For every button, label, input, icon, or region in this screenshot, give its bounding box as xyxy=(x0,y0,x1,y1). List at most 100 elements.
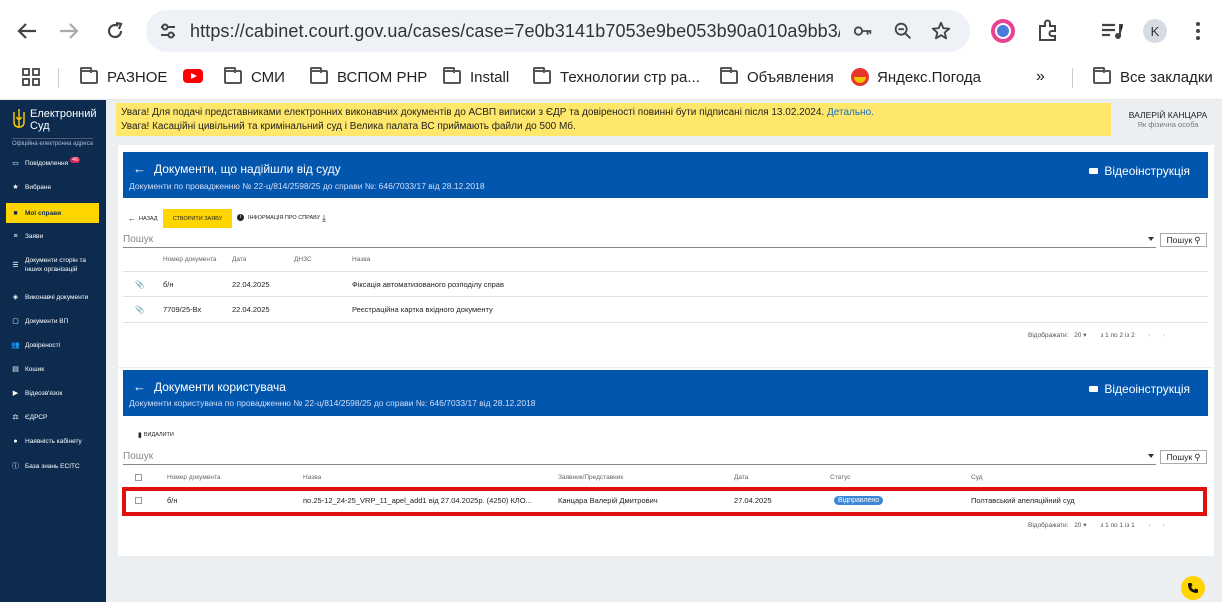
sidebar-item-video-call[interactable]: ▶ Відеозв'язок xyxy=(6,383,99,403)
forward-icon[interactable] xyxy=(56,18,82,44)
attachment-icon[interactable]: 📎 xyxy=(135,280,144,289)
case-info-button[interactable]: i ІНФОРМАЦІЯ ПРО СПРАВУ xyxy=(237,214,320,221)
browser-toolbar: https://cabinet.court.gov.ua/cases/case=… xyxy=(0,0,1222,62)
media-playlist-icon[interactable] xyxy=(1099,18,1125,44)
sidebar-item-edrsr[interactable]: ⚖ ЄДРСР xyxy=(6,407,99,427)
attachment-icon[interactable]: 📎 xyxy=(135,305,144,314)
dropdown-arrow-icon[interactable] xyxy=(1148,237,1154,241)
column-header-number: Номер документа xyxy=(167,474,221,481)
create-application-button[interactable]: СТВОРИТИ ЗАЯВУ xyxy=(163,209,232,228)
column-header-applicant: Заявник/Представник xyxy=(558,474,624,481)
search-icon: ⚲ xyxy=(1194,234,1201,245)
sidebar-item-favorites[interactable]: ★ Вибране xyxy=(6,177,99,197)
color-extension-icon[interactable] xyxy=(990,18,1016,44)
bookmark-folder-ads[interactable]: Объявления xyxy=(720,66,834,88)
list-icon: ☰ xyxy=(12,261,19,269)
video-icon: ▶ xyxy=(12,390,19,397)
column-header-name: Назва xyxy=(303,474,322,481)
prev-page-icon[interactable]: ‹ xyxy=(1149,522,1151,529)
wallet-icon: ▤ xyxy=(12,366,19,373)
trash-icon: ▮ xyxy=(138,432,142,439)
sidebar-item-party-documents[interactable]: ☰ Документи сторін та інших організацій xyxy=(6,253,99,277)
page-size-select[interactable]: 20 ▾ xyxy=(1074,522,1086,529)
site-settings-icon[interactable] xyxy=(158,21,178,41)
sidebar-item-my-cases[interactable]: ■ Мої справи xyxy=(6,203,99,223)
folder-icon xyxy=(80,67,98,84)
user-icon: ● xyxy=(13,437,18,445)
zoom-icon[interactable] xyxy=(892,20,914,42)
address-bar[interactable]: https://cabinet.court.gov.ua/cases/case=… xyxy=(146,10,970,52)
support-phone-button[interactable] xyxy=(1181,576,1205,600)
user-documents-header: ← Документи користувача Документи користу… xyxy=(123,370,1208,416)
back-button[interactable]: ← НАЗАД xyxy=(128,214,157,223)
bookmark-folder-smi[interactable]: СМИ xyxy=(224,66,285,88)
more-bookmarks-chevron-icon[interactable]: » xyxy=(1036,66,1045,88)
bookmark-folder-install[interactable]: Install xyxy=(443,66,509,88)
sidebar-item-powers-of-attorney[interactable]: 👥 Довіреності xyxy=(6,335,99,355)
notification-badge: 46 xyxy=(70,157,81,163)
next-page-icon[interactable]: › xyxy=(1163,332,1165,339)
youtube-icon[interactable] xyxy=(183,69,203,83)
bookmark-folder-raznoe[interactable]: РАЗНОЕ xyxy=(80,66,167,88)
logo[interactable]: Електронний Суд Офіційна електронна адрес… xyxy=(10,104,100,147)
user-name: ВАЛЕРІЙ КАНЦАРА xyxy=(1128,110,1208,120)
next-page-icon[interactable]: › xyxy=(1163,522,1165,529)
user-documents-subtitle: Документи користувача по провадженню № 2… xyxy=(129,398,536,408)
sidebar-item-vp-documents[interactable]: ▢ Документи ВП xyxy=(6,311,99,331)
prev-page-icon[interactable]: ‹ xyxy=(1149,332,1151,339)
select-all-checkbox[interactable] xyxy=(135,474,142,481)
extensions-puzzle-icon[interactable] xyxy=(1035,18,1061,44)
search-icon: ⚲ xyxy=(1194,451,1201,462)
page-size-select[interactable]: 20 ▾ xyxy=(1074,332,1086,339)
folder-icon xyxy=(310,67,328,84)
highlight-frame xyxy=(122,487,1207,516)
user-documents-title: ← Документи користувача xyxy=(133,379,286,394)
notice-details-link[interactable]: Детально. xyxy=(827,107,874,118)
phone-icon xyxy=(1188,583,1198,593)
sidebar-item-notifications[interactable]: ▭ Повідомлення 46 xyxy=(6,153,99,173)
video-icon xyxy=(1089,168,1099,174)
download-icon[interactable]: ⤓ xyxy=(322,213,326,224)
folder-icon xyxy=(533,67,551,84)
court-documents-search-button[interactable]: Пошук ⚲ xyxy=(1160,233,1207,247)
profile-avatar[interactable]: K xyxy=(1143,19,1167,43)
bookmark-star-icon[interactable] xyxy=(930,20,952,42)
url-text[interactable]: https://cabinet.court.gov.ua/cases/case=… xyxy=(190,21,840,42)
sidebar-item-executive-documents[interactable]: ◈ Виконавчі документи xyxy=(6,287,99,307)
user-documents-pager: Відображати: 20 ▾ з 1 по 1 із 1 ‹ › xyxy=(1028,522,1165,529)
sidebar: Електронний Суд Офіційна електронна адрес… xyxy=(0,100,106,602)
sidebar-item-knowledge-base[interactable]: ⓘ База знань ЕСІТС xyxy=(6,456,99,476)
video-instruction-link[interactable]: Відеоінструкція xyxy=(1089,164,1190,178)
column-header-name: Назва xyxy=(352,256,371,263)
apps-grid-icon[interactable] xyxy=(22,68,40,86)
court-documents-pager: Відображати: 20 ▾ з 1 по 2 із 2 ‹ › xyxy=(1028,332,1165,339)
bookmark-all[interactable]: Все закладки xyxy=(1093,66,1213,88)
key-icon[interactable] xyxy=(852,20,874,42)
bookmark-folder-tech[interactable]: Технологии стр ра... xyxy=(533,66,700,88)
reload-icon[interactable] xyxy=(102,18,128,44)
court-documents-search-input[interactable]: Пошук xyxy=(123,234,1156,248)
gavel-icon: ⚖ xyxy=(12,414,19,421)
sidebar-item-cabinet-check[interactable]: ● Наявність кабінету xyxy=(6,431,99,451)
sidebar-item-applications[interactable]: ≡ Заяви xyxy=(6,226,99,246)
back-arrow-icon[interactable]: ← xyxy=(133,379,146,394)
bookmark-folder-vspom[interactable]: ВСПОМ РНР xyxy=(310,66,427,88)
info-icon: i xyxy=(237,214,244,221)
user-documents-search-input[interactable]: Пошук xyxy=(123,451,1156,465)
bookmark-yandex-weather[interactable]: Яндекс.Погода xyxy=(851,66,981,88)
user-info[interactable]: ВАЛЕРІЙ КАНЦАРА Як фізична особа xyxy=(1116,110,1220,129)
document-icon: ▢ xyxy=(12,318,19,325)
user-documents-search-button[interactable]: Пошук ⚲ xyxy=(1160,450,1207,464)
delete-button[interactable]: ▮ ВИДАЛИТИ xyxy=(138,431,174,439)
browser-menu-icon[interactable] xyxy=(1190,20,1206,42)
weather-umbrella-icon xyxy=(851,68,869,86)
sidebar-item-wallet[interactable]: ▤ Кошик xyxy=(6,359,99,379)
column-header-date: Дата xyxy=(232,256,247,263)
dropdown-arrow-icon[interactable] xyxy=(1148,454,1154,458)
court-documents-subtitle: Документи по провадженню № 22-ц/814/2598… xyxy=(129,181,485,191)
video-instruction-link[interactable]: Відеоінструкція xyxy=(1089,382,1190,396)
back-arrow-icon[interactable]: ← xyxy=(133,161,146,176)
back-icon[interactable] xyxy=(14,18,40,44)
column-header-court: Суд xyxy=(971,474,983,481)
layers-icon: ◈ xyxy=(12,294,19,301)
